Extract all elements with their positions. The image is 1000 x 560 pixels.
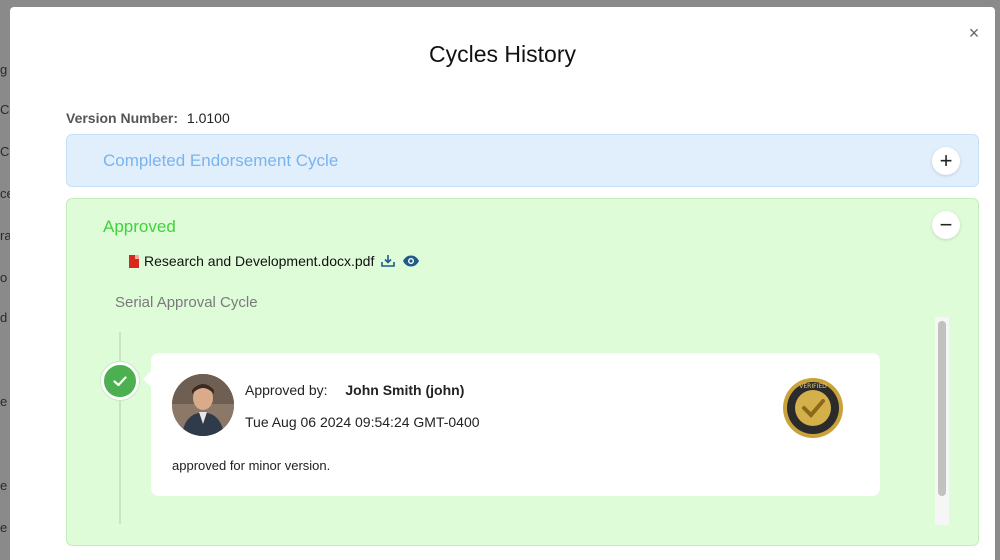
approved-by-row: Approved by: John Smith (john)	[245, 382, 464, 398]
download-icon[interactable]	[380, 253, 396, 269]
pdf-file-icon	[129, 254, 139, 268]
panel-title[interactable]: Completed Endorsement Cycle	[103, 151, 338, 171]
eye-icon[interactable]	[402, 254, 420, 268]
bg-text-fragment: ce	[0, 186, 10, 201]
avatar	[172, 374, 234, 436]
approval-date: Tue Aug 06 2024 09:54:24 GMT-0400	[245, 414, 480, 430]
approver-name: John Smith (john)	[345, 382, 465, 398]
cycles-history-modal: × Cycles History Version Number: 1.0100 …	[10, 7, 995, 560]
panel-title[interactable]: Approved	[103, 217, 176, 237]
bg-text-fragment: Co	[0, 102, 10, 117]
bg-text-fragment: ra	[0, 228, 10, 243]
scrollbar[interactable]	[935, 317, 949, 525]
modal-title: Cycles History	[429, 41, 576, 67]
version-label: Version Number:	[66, 110, 179, 126]
verified-seal-icon: VERIFIED	[782, 377, 844, 439]
file-name[interactable]: Research and Development.docx.pdf	[144, 253, 374, 269]
attached-file-row: Research and Development.docx.pdf	[129, 253, 420, 269]
check-icon	[101, 362, 139, 400]
bg-text-fragment: C	[0, 144, 10, 159]
version-value: 1.0100	[186, 110, 230, 126]
bg-text-fragment: e	[0, 394, 8, 409]
approved-panel: Approved − Research and Development.docx…	[66, 198, 979, 546]
seal-text: VERIFIED	[799, 383, 827, 390]
approved-by-label: Approved by:	[245, 382, 328, 398]
bg-text-fragment: d	[0, 310, 8, 325]
minus-icon[interactable]: −	[932, 211, 960, 239]
close-icon[interactable]: ×	[964, 23, 984, 43]
version-row: Version Number: 1.0100	[66, 110, 230, 126]
bg-text-fragment: e	[0, 478, 8, 493]
cycle-label: Serial Approval Cycle	[115, 294, 258, 311]
bg-text-fragment: o	[0, 270, 8, 285]
scrollbar-thumb[interactable]	[938, 321, 946, 496]
plus-icon[interactable]: +	[932, 147, 960, 175]
completed-endorsement-panel[interactable]: Completed Endorsement Cycle +	[66, 134, 979, 187]
approval-comment: approved for minor version.	[172, 458, 331, 473]
bg-text-fragment: e	[0, 520, 8, 535]
approval-entry-card: Approved by: John Smith (john) Tue Aug 0…	[143, 353, 880, 496]
bg-text-fragment: g	[0, 62, 8, 77]
timeline-line	[119, 332, 121, 524]
